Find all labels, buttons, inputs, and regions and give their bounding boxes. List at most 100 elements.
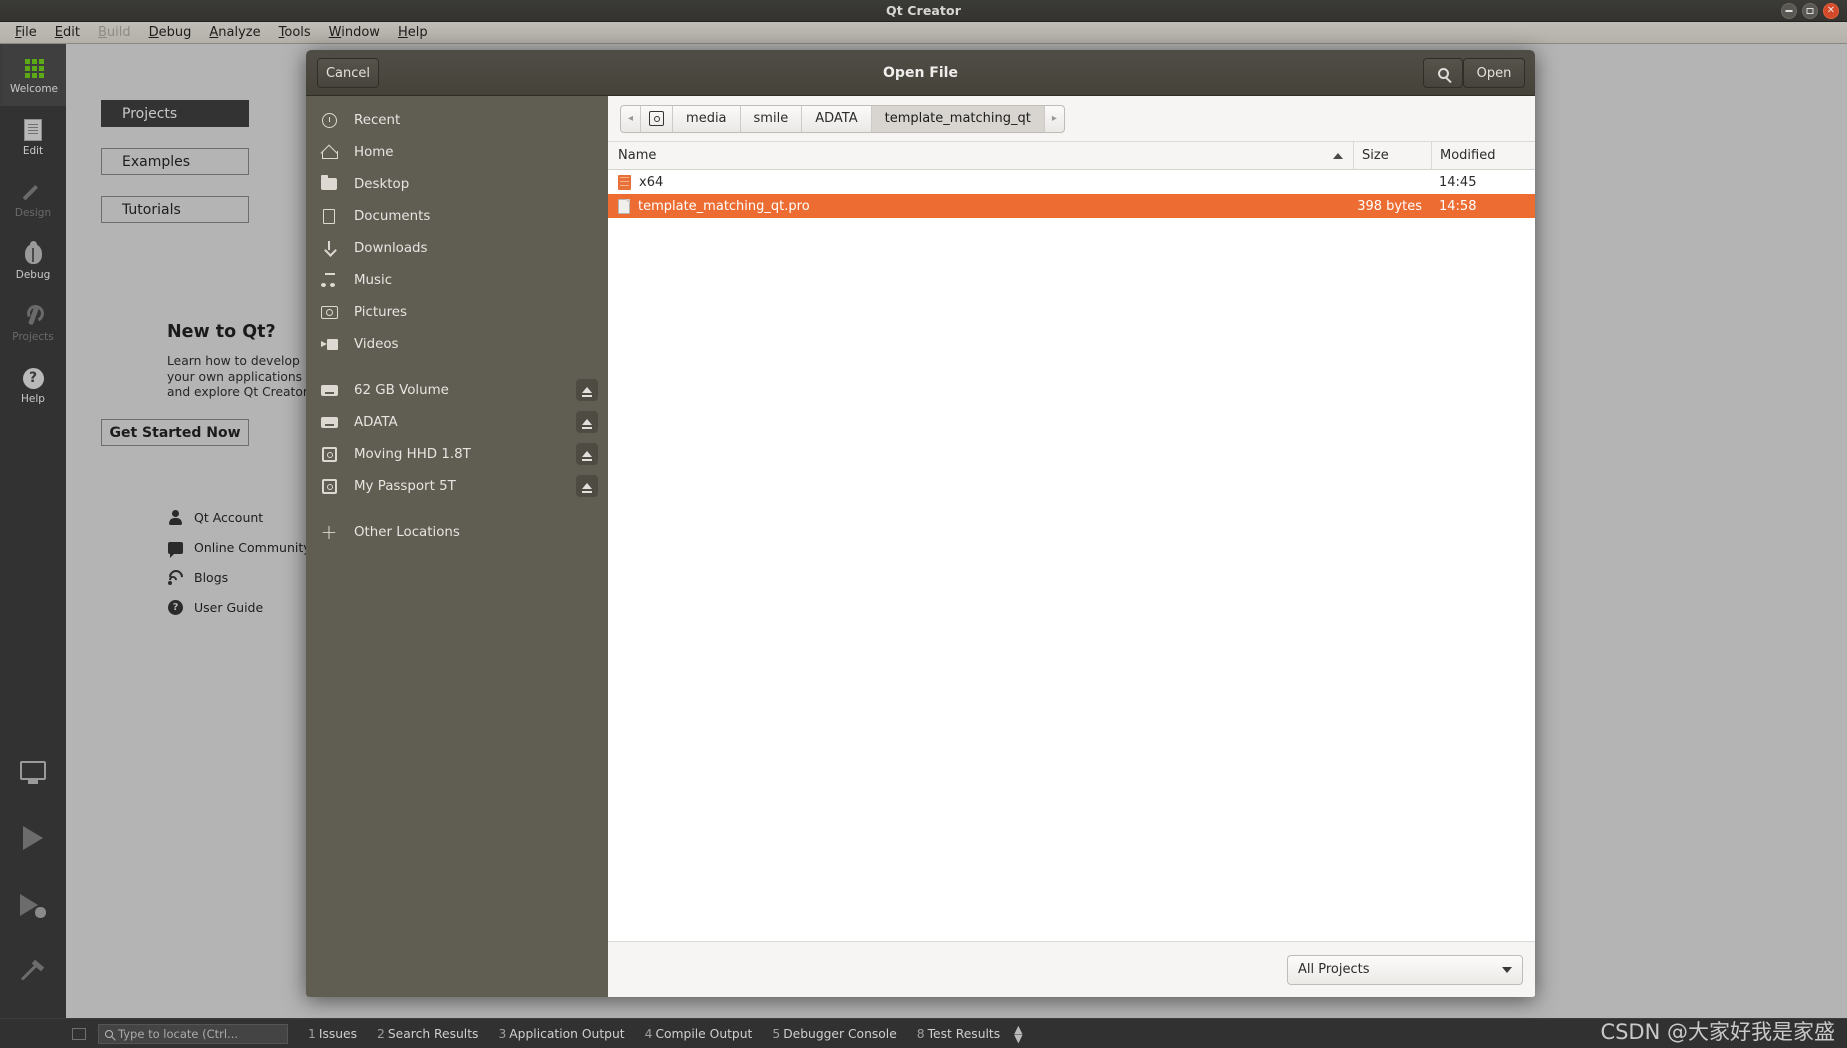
place-item-moving-hhd-1-8t[interactable]: Moving HHD 1.8T — [306, 438, 608, 470]
breadcrumb-scroll-left[interactable]: ◂ — [621, 105, 642, 132]
eject-button[interactable] — [576, 411, 598, 433]
link-blogs[interactable]: Blogs — [166, 567, 229, 587]
output-pane-toggle[interactable]: ▲ ▼ — [1014, 1024, 1022, 1044]
mode-edit[interactable]: Edit — [0, 106, 66, 168]
file-filter-select[interactable]: All Projects — [1287, 954, 1523, 985]
column-label: Name — [618, 148, 657, 163]
build-button[interactable] — [0, 940, 66, 1008]
breadcrumb-scroll-right[interactable]: ▸ — [1045, 106, 1064, 132]
mode-welcome[interactable]: Welcome — [0, 44, 66, 106]
close-button[interactable]: ✕ — [1823, 3, 1839, 19]
locator-placeholder: Type to locate (Ctrl... — [118, 1026, 239, 1041]
welcome-tab-tutorials[interactable]: Tutorials — [101, 196, 249, 223]
link-label: Online Community — [194, 540, 311, 555]
file-row[interactable]: template_matching_qt.pro 398 bytes 14:58 — [608, 194, 1535, 218]
search-button[interactable] — [1423, 58, 1463, 88]
welcome-tab-projects[interactable]: Projects — [101, 100, 249, 127]
output-pane-debugger-console[interactable]: 5 Debugger Console — [772, 1027, 896, 1041]
debug-button[interactable] — [0, 872, 66, 940]
breadcrumb-template_matching_qt[interactable]: template_matching_qt — [871, 105, 1045, 132]
place-item-pictures[interactable]: Pictures — [306, 296, 608, 328]
place-item-documents[interactable]: Documents — [306, 200, 608, 232]
pane-number: 8 — [916, 1026, 925, 1041]
pane-label: Debugger Console — [783, 1026, 897, 1041]
menu-debug[interactable]: Debug — [140, 23, 201, 43]
breadcrumb-media[interactable]: media — [673, 105, 741, 132]
place-item-videos[interactable]: Videos — [306, 328, 608, 360]
place-item-other-locations[interactable]: + Other Locations — [306, 516, 608, 548]
eject-button[interactable] — [576, 379, 598, 401]
link-user-guide[interactable]: ? User Guide — [167, 599, 263, 616]
drive-icon — [649, 111, 665, 126]
kit-selector-button[interactable] — [0, 736, 66, 804]
bug-icon — [24, 241, 42, 267]
link-label: User Guide — [194, 600, 264, 615]
place-item-my-passport-5t[interactable]: My Passport 5T — [306, 470, 608, 502]
dialog-title: Open File — [883, 65, 958, 81]
eject-button[interactable] — [576, 443, 598, 465]
menu-analyze[interactable]: Analyze — [200, 23, 269, 43]
mode-debug[interactable]: Debug — [0, 230, 66, 292]
place-label: Home — [354, 144, 394, 160]
link-qt-account[interactable]: Qt Account — [167, 509, 263, 526]
plus-icon: + — [320, 520, 338, 544]
open-button[interactable]: Open — [1463, 58, 1525, 88]
place-item-home[interactable]: Home — [306, 136, 608, 168]
menu-edit[interactable]: Edit — [46, 23, 89, 43]
output-pane-issues[interactable]: 1 Issues — [308, 1027, 357, 1041]
minimize-button[interactable] — [1781, 3, 1797, 19]
menu-file[interactable]: File — [6, 23, 46, 43]
folder-icon — [618, 174, 631, 190]
file-modified: 14:58 — [1439, 198, 1477, 214]
breadcrumb-device-button[interactable] — [641, 105, 674, 132]
mode-design: Design — [0, 168, 66, 230]
mode-label: Projects — [12, 331, 54, 343]
status-bar: Type to locate (Ctrl... 1 Issues 2 Search R… — [0, 1018, 1847, 1048]
column-header-modified[interactable]: Modified — [1431, 141, 1535, 170]
place-item-desktop[interactable]: Desktop — [306, 168, 608, 200]
output-pane-test-results[interactable]: 8 Test Results — [917, 1027, 1000, 1041]
breadcrumb-adata[interactable]: ADATA — [802, 105, 872, 132]
pane-number: 5 — [772, 1026, 781, 1041]
place-item-adata[interactable]: ADATA — [306, 406, 608, 438]
pane-label: Test Results — [927, 1026, 1001, 1041]
column-header-name[interactable]: Name — [608, 148, 1353, 163]
place-label: Recent — [354, 112, 401, 128]
file-row[interactable]: x64 14:45 — [608, 170, 1535, 194]
file-browser: ◂ media smile ADATA template_matching_qt ▸ Na… — [608, 96, 1535, 997]
video-icon — [318, 338, 340, 350]
place-label: Moving HHD 1.8T — [354, 446, 471, 462]
speech-bubble-icon — [167, 539, 184, 558]
place-item-music[interactable]: Music — [306, 264, 608, 296]
breadcrumb-smile[interactable]: smile — [741, 105, 803, 132]
output-pane-search-results[interactable]: 2 Search Results — [377, 1027, 478, 1041]
file-name-cell: template_matching_qt.pro — [608, 198, 1353, 214]
download-icon — [318, 240, 340, 256]
place-item-62-gb-volume[interactable]: 62 GB Volume — [306, 374, 608, 406]
place-item-downloads[interactable]: Downloads — [306, 232, 608, 264]
link-online-community[interactable]: Online Community — [167, 539, 311, 558]
output-pane-application-output[interactable]: 3 Application Output — [498, 1027, 624, 1041]
menu-tools[interactable]: Tools — [270, 23, 320, 43]
output-pane-compile-output[interactable]: 4 Compile Output — [645, 1027, 753, 1041]
file-icon — [618, 198, 630, 214]
welcome-tab-examples[interactable]: Examples — [101, 148, 249, 175]
build-run-toolbar — [0, 736, 66, 1008]
new-to-qt-text: Learn how to develop your own applicatio… — [167, 354, 311, 399]
mode-help[interactable]: ? Help — [0, 354, 66, 416]
locator-input[interactable]: Type to locate (Ctrl... — [98, 1023, 288, 1044]
mode-label: Welcome — [9, 83, 59, 95]
dialog-footer: All Projects — [608, 941, 1535, 997]
output-pane-handle[interactable] — [72, 1027, 86, 1040]
maximize-button[interactable] — [1802, 3, 1818, 19]
get-started-now-button[interactable]: Get Started Now — [101, 419, 249, 446]
link-label: Blogs — [194, 570, 229, 585]
menu-window[interactable]: Window — [320, 23, 389, 43]
column-header-size[interactable]: Size — [1353, 141, 1431, 170]
place-item-recent[interactable]: Recent — [306, 104, 608, 136]
output-pane-buttons: 1 Issues 2 Search Results 3 Application Outpu… — [288, 1027, 1000, 1041]
eject-button[interactable] — [576, 475, 598, 497]
watermark: CSDN @大家好我是家盛 — [1600, 1020, 1835, 1044]
run-button[interactable] — [0, 804, 66, 872]
menu-help[interactable]: Help — [389, 23, 437, 43]
